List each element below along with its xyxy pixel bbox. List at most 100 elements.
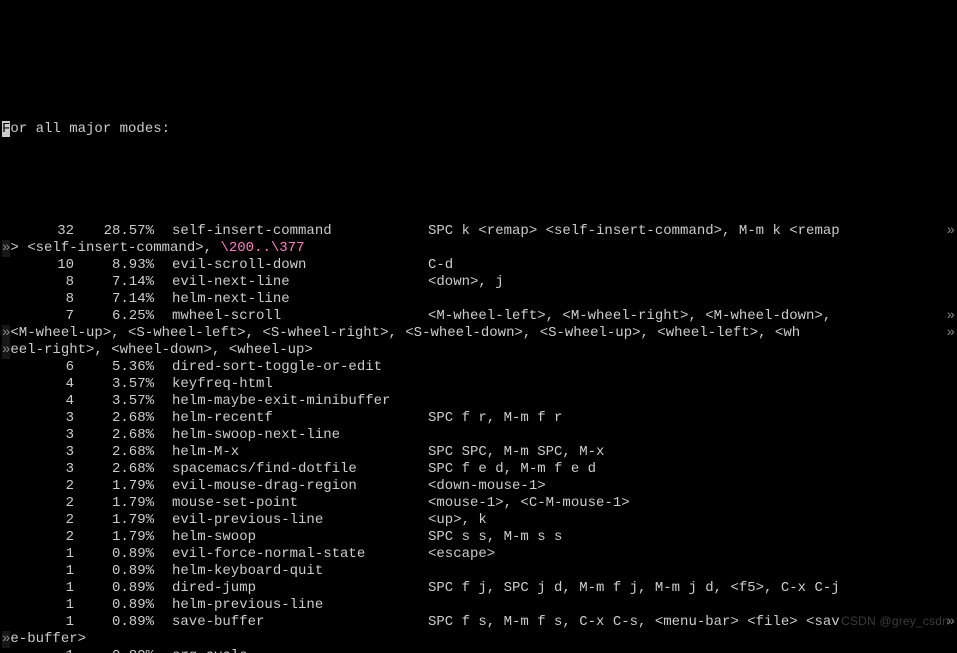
count-cell: 4 xyxy=(2,393,74,410)
count-cell: 32 xyxy=(2,223,74,240)
count-cell: 1 xyxy=(2,580,74,597)
percent-cell: 0.89% xyxy=(74,546,154,563)
percent-cell: 2.68% xyxy=(74,461,154,478)
command-cell: helm-recentf xyxy=(172,410,428,427)
command-cell: helm-swoop xyxy=(172,529,428,546)
count-cell: 2 xyxy=(2,495,74,512)
count-cell: 7 xyxy=(2,308,74,325)
count-cell: 8 xyxy=(2,291,74,308)
table-row: 76.25% mwheel-scroll<M-wheel-left>, <M-wh… xyxy=(2,308,957,325)
percent-cell: 2.68% xyxy=(74,427,154,444)
percent-cell: 6.25% xyxy=(74,308,154,325)
wrap-text: <M-wheel-up>, <S-wheel-left>, <S-wheel-r… xyxy=(10,325,800,341)
command-cell: evil-next-line xyxy=(172,274,428,291)
table-row: 43.57%helm-maybe-exit-minibuffer xyxy=(2,393,957,410)
table-row: 32.68%helm-M-xSPC SPC, M-m SPC, M-x xyxy=(2,444,957,461)
wrap-indicator-icon: » xyxy=(947,325,955,342)
command-cell: helm-previous-line xyxy=(172,597,428,614)
table-row: 43.57%keyfreq-html xyxy=(2,376,957,393)
terminal-buffer[interactable]: For all major modes: 3228.57%self-insert… xyxy=(0,85,957,653)
count-cell: 1 xyxy=(2,563,74,580)
count-cell: 10 xyxy=(2,257,74,274)
keys-cell: <mouse-1>, <C-M-mouse-1> xyxy=(428,495,630,512)
percent-cell: 1.79% xyxy=(74,529,154,546)
table-row: 10.89% save-bufferSPC f s, M-m f s, C-x C… xyxy=(2,614,957,631)
command-cell: helm-M-x xyxy=(172,444,428,461)
command-cell: save-buffer xyxy=(172,614,428,631)
percent-cell: 1.79% xyxy=(74,512,154,529)
table-row: 65.36%dired-sort-toggle-or-edit xyxy=(2,359,957,376)
percent-cell: 0.89% xyxy=(74,597,154,614)
command-cell: dired-sort-toggle-or-edit xyxy=(172,359,428,376)
percent-cell: 28.57% xyxy=(74,223,154,240)
wrap-indicator-icon: » xyxy=(947,308,955,325)
table-row: 10.89%org-cycle xyxy=(2,648,957,653)
wrap-text: e-buffer> xyxy=(10,631,86,647)
keys-cell: SPC k <remap> <self-insert-command>, M-m… xyxy=(428,223,840,240)
watermark: CSDN @grey_csdn xyxy=(841,613,949,630)
count-cell: 6 xyxy=(2,359,74,376)
percent-cell: 7.14% xyxy=(74,274,154,291)
table-row: 21.79%evil-mouse-drag-region<down-mouse-… xyxy=(2,478,957,495)
count-cell: 1 xyxy=(2,614,74,631)
wrap-text: eel-right>, <wheel-down>, <wheel-up> xyxy=(10,342,312,358)
percent-cell: 2.68% xyxy=(74,410,154,427)
percent-cell: 1.79% xyxy=(74,478,154,495)
command-cell: evil-force-normal-state xyxy=(172,546,428,563)
count-cell: 3 xyxy=(2,444,74,461)
command-cell: helm-swoop-next-line xyxy=(172,427,428,444)
count-cell: 2 xyxy=(2,529,74,546)
percent-cell: 0.89% xyxy=(74,614,154,631)
percent-cell: 2.68% xyxy=(74,444,154,461)
table-row: 108.93%evil-scroll-downC-d xyxy=(2,257,957,274)
count-cell: 1 xyxy=(2,648,74,653)
command-cell: helm-next-line xyxy=(172,291,428,308)
percent-cell: 1.79% xyxy=(74,495,154,512)
count-cell: 3 xyxy=(2,427,74,444)
command-cell: mwheel-scroll xyxy=(172,308,428,325)
command-cell: mouse-set-point xyxy=(172,495,428,512)
count-cell: 3 xyxy=(2,410,74,427)
count-cell: 3 xyxy=(2,461,74,478)
table-row: 10.89%dired-jumpSPC f j, SPC j d, M-m f … xyxy=(2,580,957,597)
rows-container: 3228.57%self-insert-commandSPC k <remap>… xyxy=(2,223,957,653)
table-row: 32.68% helm-recentfSPC f r, M-m f r xyxy=(2,410,957,427)
keys-cell: <up>, k xyxy=(428,512,487,529)
wrap-line: »> <self-insert-command>, \200..\377 xyxy=(2,240,957,257)
command-cell: helm-keyboard-quit xyxy=(172,563,428,580)
table-row: 32.68% helm-swoop-next-line xyxy=(2,427,957,444)
keys-cell: SPC f s, M-m f s, C-x C-s, <menu-bar> <f… xyxy=(428,614,840,631)
table-row: 21.79%helm-swoopSPC s s, M-m s s xyxy=(2,529,957,546)
table-row: 21.79% evil-previous-line<up>, k xyxy=(2,512,957,529)
keys-cell: C-d xyxy=(428,257,453,274)
command-cell: evil-previous-line xyxy=(172,512,428,529)
wrap-indicator-icon: » xyxy=(947,223,955,240)
command-cell: dired-jump xyxy=(172,580,428,597)
wrap-line: »eel-right>, <wheel-down>, <wheel-up> xyxy=(2,342,957,359)
percent-cell: 3.57% xyxy=(74,376,154,393)
table-row: 21.79% mouse-set-point<mouse-1>, <C-M-mou… xyxy=(2,495,957,512)
command-cell: evil-mouse-drag-region xyxy=(172,478,428,495)
wrap-text: > <self-insert-command>, xyxy=(10,240,220,256)
escape-sequence: \200..\377 xyxy=(220,240,304,256)
keys-cell: <escape> xyxy=(428,546,495,563)
percent-cell: 7.14% xyxy=(74,291,154,308)
keys-cell: <down-mouse-1> xyxy=(428,478,546,495)
table-row: 32.68%spacemacs/find-dotfileSPC f e d, M… xyxy=(2,461,957,478)
keys-cell: SPC f r, M-m f r xyxy=(428,410,562,427)
blank-line xyxy=(2,172,957,189)
wrap-line: »e-buffer> xyxy=(2,631,957,648)
command-cell: self-insert-command xyxy=(172,223,428,240)
percent-cell: 0.89% xyxy=(74,648,154,653)
percent-cell: 0.89% xyxy=(74,580,154,597)
percent-cell: 3.57% xyxy=(74,393,154,410)
header-text: or all major modes: xyxy=(10,121,170,137)
header-line: For all major modes: xyxy=(2,121,957,138)
command-cell: evil-scroll-down xyxy=(172,257,428,274)
keys-cell: <M-wheel-left>, <M-wheel-right>, <M-whee… xyxy=(428,308,840,325)
table-row: 3228.57% self-insert-commandSPC k <remap>… xyxy=(2,223,957,240)
table-row: 10.89%helm-previous-line xyxy=(2,597,957,614)
table-row: 10.89%evil-force-normal-state<escape> xyxy=(2,546,957,563)
count-cell: 2 xyxy=(2,512,74,529)
wrap-line: » <M-wheel-up>, <S-wheel-left>, <S-wheel-… xyxy=(2,325,957,342)
